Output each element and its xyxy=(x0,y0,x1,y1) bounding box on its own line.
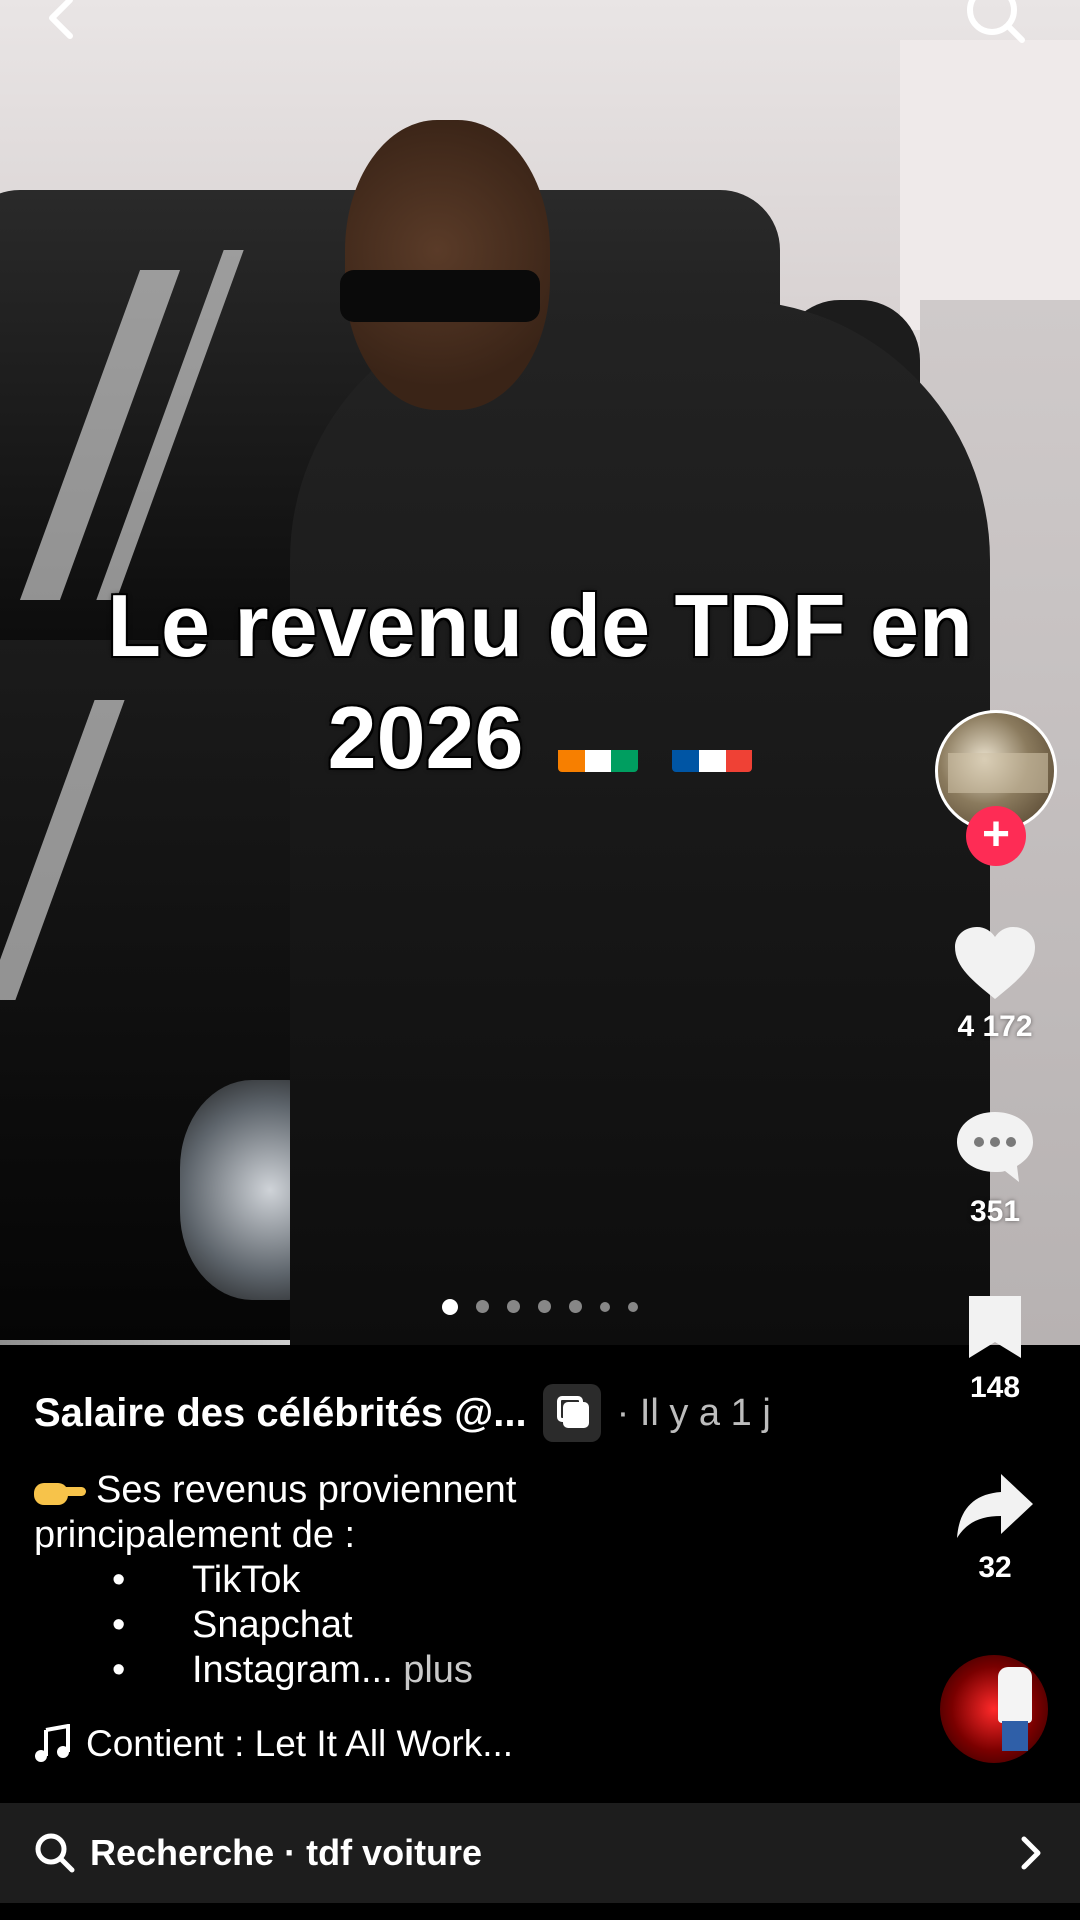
post-description[interactable]: Ses revenus proviennent principalement d… xyxy=(34,1468,914,1693)
bookmark-icon xyxy=(969,1296,1021,1358)
comment-button[interactable]: 351 xyxy=(935,1108,1055,1229)
share-button[interactable]: 32 xyxy=(935,1470,1055,1585)
share-count: 32 xyxy=(978,1551,1012,1584)
author-name[interactable]: Salaire des célébrités @... xyxy=(34,1391,527,1436)
search-bar[interactable]: Recherche · tdf voiture xyxy=(0,1803,1080,1903)
person-head xyxy=(345,120,550,410)
save-button[interactable]: 148 xyxy=(935,1292,1055,1405)
heart-icon xyxy=(955,927,1035,999)
chevron-right-icon[interactable] xyxy=(1016,1833,1046,1873)
author-row: Salaire des célébrités @... · Il y a 1 j xyxy=(34,1384,771,1442)
pointing-hand-emoji xyxy=(34,1477,86,1507)
post-time: · Il y a 1 j xyxy=(616,1391,771,1434)
like-button[interactable]: 4 172 xyxy=(935,925,1055,1044)
person xyxy=(290,300,990,1345)
overlay-title: Le revenu de TDF en 2026 xyxy=(0,570,1080,794)
search-query: Recherche · tdf voiture xyxy=(90,1832,483,1873)
save-count: 148 xyxy=(969,1371,1021,1404)
music-row[interactable]: Contient : Let It All Work... xyxy=(34,1723,513,1765)
list-item: • TikTok xyxy=(112,1559,301,1601)
carousel-indicator xyxy=(0,1299,1080,1315)
france-flag xyxy=(672,718,753,772)
description-intro: Ses revenus proviennent xyxy=(34,1468,914,1513)
carousel-dot xyxy=(507,1300,520,1313)
list-item: • Instagram... plus xyxy=(112,1649,473,1691)
carousel-dot xyxy=(600,1302,610,1312)
carousel-dot xyxy=(569,1300,582,1313)
music-title: Contient : Let It All Work... xyxy=(86,1723,514,1764)
sunglasses xyxy=(340,270,540,322)
description-intro-2: principalement de : xyxy=(34,1514,356,1556)
overlay-title-line2: 2026 xyxy=(0,682,1080,794)
search-icon xyxy=(967,0,1025,43)
carousel-dot xyxy=(442,1299,458,1315)
carousel-dot xyxy=(538,1300,551,1313)
follow-button[interactable]: + xyxy=(966,806,1026,866)
cote-divoire-flag xyxy=(557,718,638,772)
see-more-link[interactable]: plus xyxy=(403,1649,473,1691)
overlay-title-line1: Le revenu de TDF en xyxy=(107,576,973,675)
overlay-year: 2026 xyxy=(327,688,524,787)
search-button[interactable] xyxy=(960,0,1030,50)
back-icon xyxy=(49,0,73,39)
back-button[interactable] xyxy=(30,0,100,50)
comment-count: 351 xyxy=(969,1195,1021,1228)
comment-icon xyxy=(957,1112,1033,1182)
carousel-dot xyxy=(476,1300,489,1313)
music-note-icon xyxy=(35,1724,70,1762)
music-disc[interactable] xyxy=(940,1655,1048,1763)
like-count: 4 172 xyxy=(957,1010,1033,1043)
list-item: • Snapchat xyxy=(112,1604,353,1646)
share-icon xyxy=(957,1474,1033,1538)
search-icon xyxy=(35,1833,75,1873)
photo-mode-icon xyxy=(542,1384,601,1442)
carousel-dot xyxy=(628,1302,638,1312)
